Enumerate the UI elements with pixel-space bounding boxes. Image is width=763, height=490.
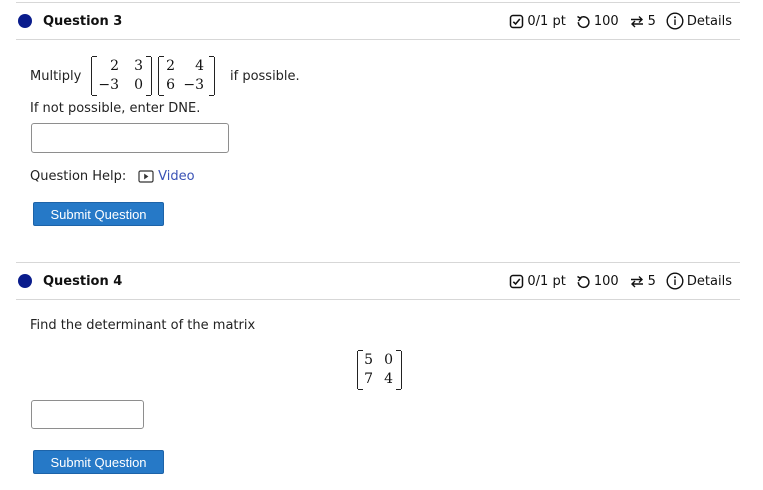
tries-indicator: 100	[576, 274, 619, 289]
question-title: Question 3	[43, 13, 123, 29]
question-4-header: Question 4 0/1 pt 100 5 Details	[16, 262, 740, 300]
attempts-text: 5	[647, 13, 656, 29]
score-indicator: 0/1 pt	[509, 273, 566, 289]
swap-icon	[630, 275, 643, 287]
submit-question-button[interactable]: Submit Question	[33, 450, 164, 474]
prompt: Find the determinant of the matrix	[30, 318, 256, 333]
checkbox-icon	[510, 274, 524, 288]
retry-icon	[576, 275, 590, 288]
question-3-header: Question 3 0/1 pt 100 5 Details	[16, 2, 740, 40]
video-link[interactable]: Video	[138, 169, 195, 184]
score-indicator: 0/1 pt	[509, 13, 566, 29]
details-label: Details	[686, 273, 732, 289]
attempts-indicator: 5	[629, 14, 656, 29]
details-link[interactable]: Details	[666, 272, 732, 290]
question-meta: 0/1 pt 100 5 Details	[509, 3, 732, 39]
tries-indicator: 100	[576, 14, 619, 29]
submit-question-button[interactable]: Submit Question	[33, 202, 164, 226]
question-title: Question 4	[43, 273, 123, 289]
matrix-b-cell: −3	[183, 77, 204, 93]
tries-text: 100	[593, 13, 619, 29]
retry-icon	[576, 15, 590, 28]
attempts-text: 5	[647, 273, 656, 289]
info-icon	[666, 12, 684, 30]
score-text: 0/1 pt	[527, 13, 566, 29]
matrix-cell: 7	[364, 371, 373, 387]
matrix-a-cell: −3	[98, 77, 119, 93]
matrix-a-cell: 2	[110, 58, 119, 74]
matrix-cell: 5	[364, 352, 373, 368]
prompt-prefix: Multiply	[30, 69, 82, 84]
info-icon	[666, 272, 684, 290]
prompt-suffix: if possible.	[230, 69, 300, 84]
matrix-b-cell: 6	[166, 77, 175, 93]
prompt-note: If not possible, enter DNE.	[30, 101, 201, 116]
matrix-b-cell: 2	[166, 58, 175, 74]
matrix-a: 2 3 −3 0	[91, 56, 152, 96]
question-help-label: Question Help:	[30, 169, 127, 184]
status-dot	[18, 274, 32, 288]
details-link[interactable]: Details	[666, 12, 732, 30]
answer-input[interactable]	[31, 123, 229, 153]
score-text: 0/1 pt	[527, 273, 566, 289]
matrix-cell: 0	[384, 352, 393, 368]
matrix-b-cell: 4	[195, 58, 204, 74]
video-label: Video	[158, 169, 195, 184]
matrix-b: 2 4 6 −3	[158, 56, 215, 96]
matrix-a-cell: 3	[134, 58, 143, 74]
determinant-matrix: 5 0 7 4	[357, 350, 402, 390]
swap-icon	[630, 15, 643, 27]
matrix-cell: 4	[384, 371, 393, 387]
status-dot	[18, 14, 32, 28]
answer-input[interactable]	[31, 400, 144, 429]
tries-text: 100	[593, 273, 619, 289]
details-label: Details	[686, 13, 732, 29]
checkbox-icon	[510, 14, 524, 28]
attempts-indicator: 5	[629, 274, 656, 289]
play-icon	[138, 170, 154, 183]
question-meta: 0/1 pt 100 5 Details	[509, 263, 732, 299]
matrix-a-cell: 0	[134, 77, 143, 93]
